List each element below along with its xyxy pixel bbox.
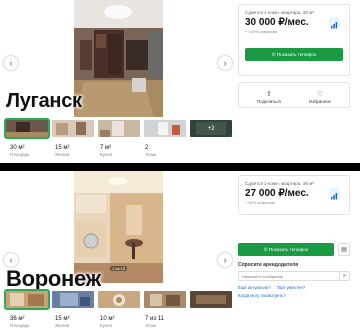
- thumbnail[interactable]: [52, 120, 94, 137]
- photo-gallery[interactable]: ‹ › Луганск: [0, 0, 236, 117]
- next-photo-button[interactable]: ›: [218, 253, 232, 267]
- photo-gallery[interactable]: 1 из 15 ‹ › Воронеж: [0, 171, 236, 291]
- more-photos-count: +2: [190, 120, 232, 137]
- show-phone-button[interactable]: ✆ Показать телефон: [245, 48, 343, 61]
- ask-landlord-title: Спросите арендодателя: [238, 262, 299, 268]
- stat-area: 30 м² Площадь: [10, 145, 30, 157]
- prev-photo-button[interactable]: ‹: [4, 253, 18, 267]
- main-photo[interactable]: [74, 0, 163, 117]
- message-box: ➤: [238, 271, 350, 281]
- next-photo-button[interactable]: ›: [218, 56, 232, 70]
- stat-floor: 2 Этаж: [145, 145, 156, 157]
- share-icon: ⇪: [266, 91, 272, 98]
- listing-subtitle: Сдаётся 1-комн. квартира, 30 м²: [245, 10, 314, 15]
- thumbnail-more[interactable]: +2: [190, 120, 232, 137]
- share-button[interactable]: ⇪ Поделиться: [257, 91, 281, 104]
- listing-subtitle: Сдаётся 1-комн. квартира, 36 м²: [245, 181, 314, 186]
- thumbnail[interactable]: [144, 120, 186, 137]
- quick-question[interactable]: Когда могу посмотреть?: [238, 293, 286, 298]
- photo-counter: 1 из 15: [110, 266, 127, 271]
- contact-row: ✆ Показать телефон ▤: [238, 243, 350, 256]
- message-button[interactable]: ▤: [338, 243, 350, 256]
- stat-living: 15 м² Жилая: [55, 145, 70, 157]
- prev-photo-button[interactable]: ‹: [4, 56, 18, 70]
- city-caption: Луганск: [6, 90, 82, 112]
- panel-divider: [0, 163, 360, 171]
- quick-question[interactable]: Ещё актуально?: [238, 285, 271, 290]
- message-input[interactable]: [239, 272, 339, 280]
- thumbnail-strip: +2: [4, 118, 232, 139]
- thumbnail[interactable]: [144, 291, 186, 308]
- stat-kitchen: 10 м² Кухня: [100, 316, 115, 328]
- show-phone-button[interactable]: ✆ Показать телефон: [238, 243, 334, 256]
- key-facts: 36 м² Площадь 15 м² Жилая 10 м² Кухня 7 из …: [10, 316, 190, 328]
- thumbnail[interactable]: [4, 118, 50, 139]
- send-icon[interactable]: ➤: [339, 272, 349, 280]
- heart-icon: ♡: [316, 91, 324, 98]
- listing-lugansk: ‹ › Луганск +2 30 м² Площадь 15 м² Жилая 7…: [0, 0, 360, 162]
- price-sidebar: Сдаётся 1-комн. квартира, 36 м² 27 000 ₽…: [238, 175, 350, 298]
- thumbnail[interactable]: [98, 291, 140, 308]
- thumbnail[interactable]: [52, 291, 94, 308]
- price-sidebar: Сдаётся 1-комн. квартира, 30 м² 30 000 ₽…: [238, 4, 350, 108]
- stat-kitchen: 7 м² Кухня: [100, 145, 113, 157]
- stat-floor: 7 из 11 Этаж: [145, 316, 165, 328]
- chat-icon: ▤: [341, 247, 347, 253]
- thumbnail[interactable]: [98, 120, 140, 137]
- stat-living: 15 м² Жилая: [55, 316, 70, 328]
- stat-area: 36 м² Площадь: [10, 316, 30, 328]
- listing-voronezh: 1 из 15 ‹ › Воронеж 36 м² Площадь 15 м² Жи…: [0, 171, 360, 334]
- key-facts: 30 м² Площадь 15 м² Жилая 7 м² Кухня 2 Этаж: [10, 145, 190, 157]
- city-caption: Воронеж: [6, 266, 101, 291]
- favorite-button[interactable]: ♡ Избранное: [309, 91, 331, 104]
- quick-question[interactable]: Торг уместен?: [277, 285, 306, 290]
- phone-icon: ✆: [263, 247, 268, 252]
- phone-icon: ✆: [271, 52, 276, 57]
- thumbnail[interactable]: [4, 289, 50, 310]
- quick-questions: Ещё актуально? Торг уместен? Когда могу …: [238, 285, 350, 298]
- price-card: Сдаётся 1-комн. квартира, 30 м² 30 000 ₽…: [238, 4, 350, 76]
- price-card: Сдаётся 1-комн. квартира, 36 м² 27 000 ₽…: [238, 175, 350, 215]
- price-trend-icon[interactable]: [329, 188, 339, 200]
- price-trend-icon[interactable]: [329, 17, 339, 29]
- thumbnail[interactable]: [190, 291, 232, 308]
- actions-card: ⇪ Поделиться ♡ Избранное: [238, 82, 350, 108]
- thumbnail-strip: [4, 289, 232, 310]
